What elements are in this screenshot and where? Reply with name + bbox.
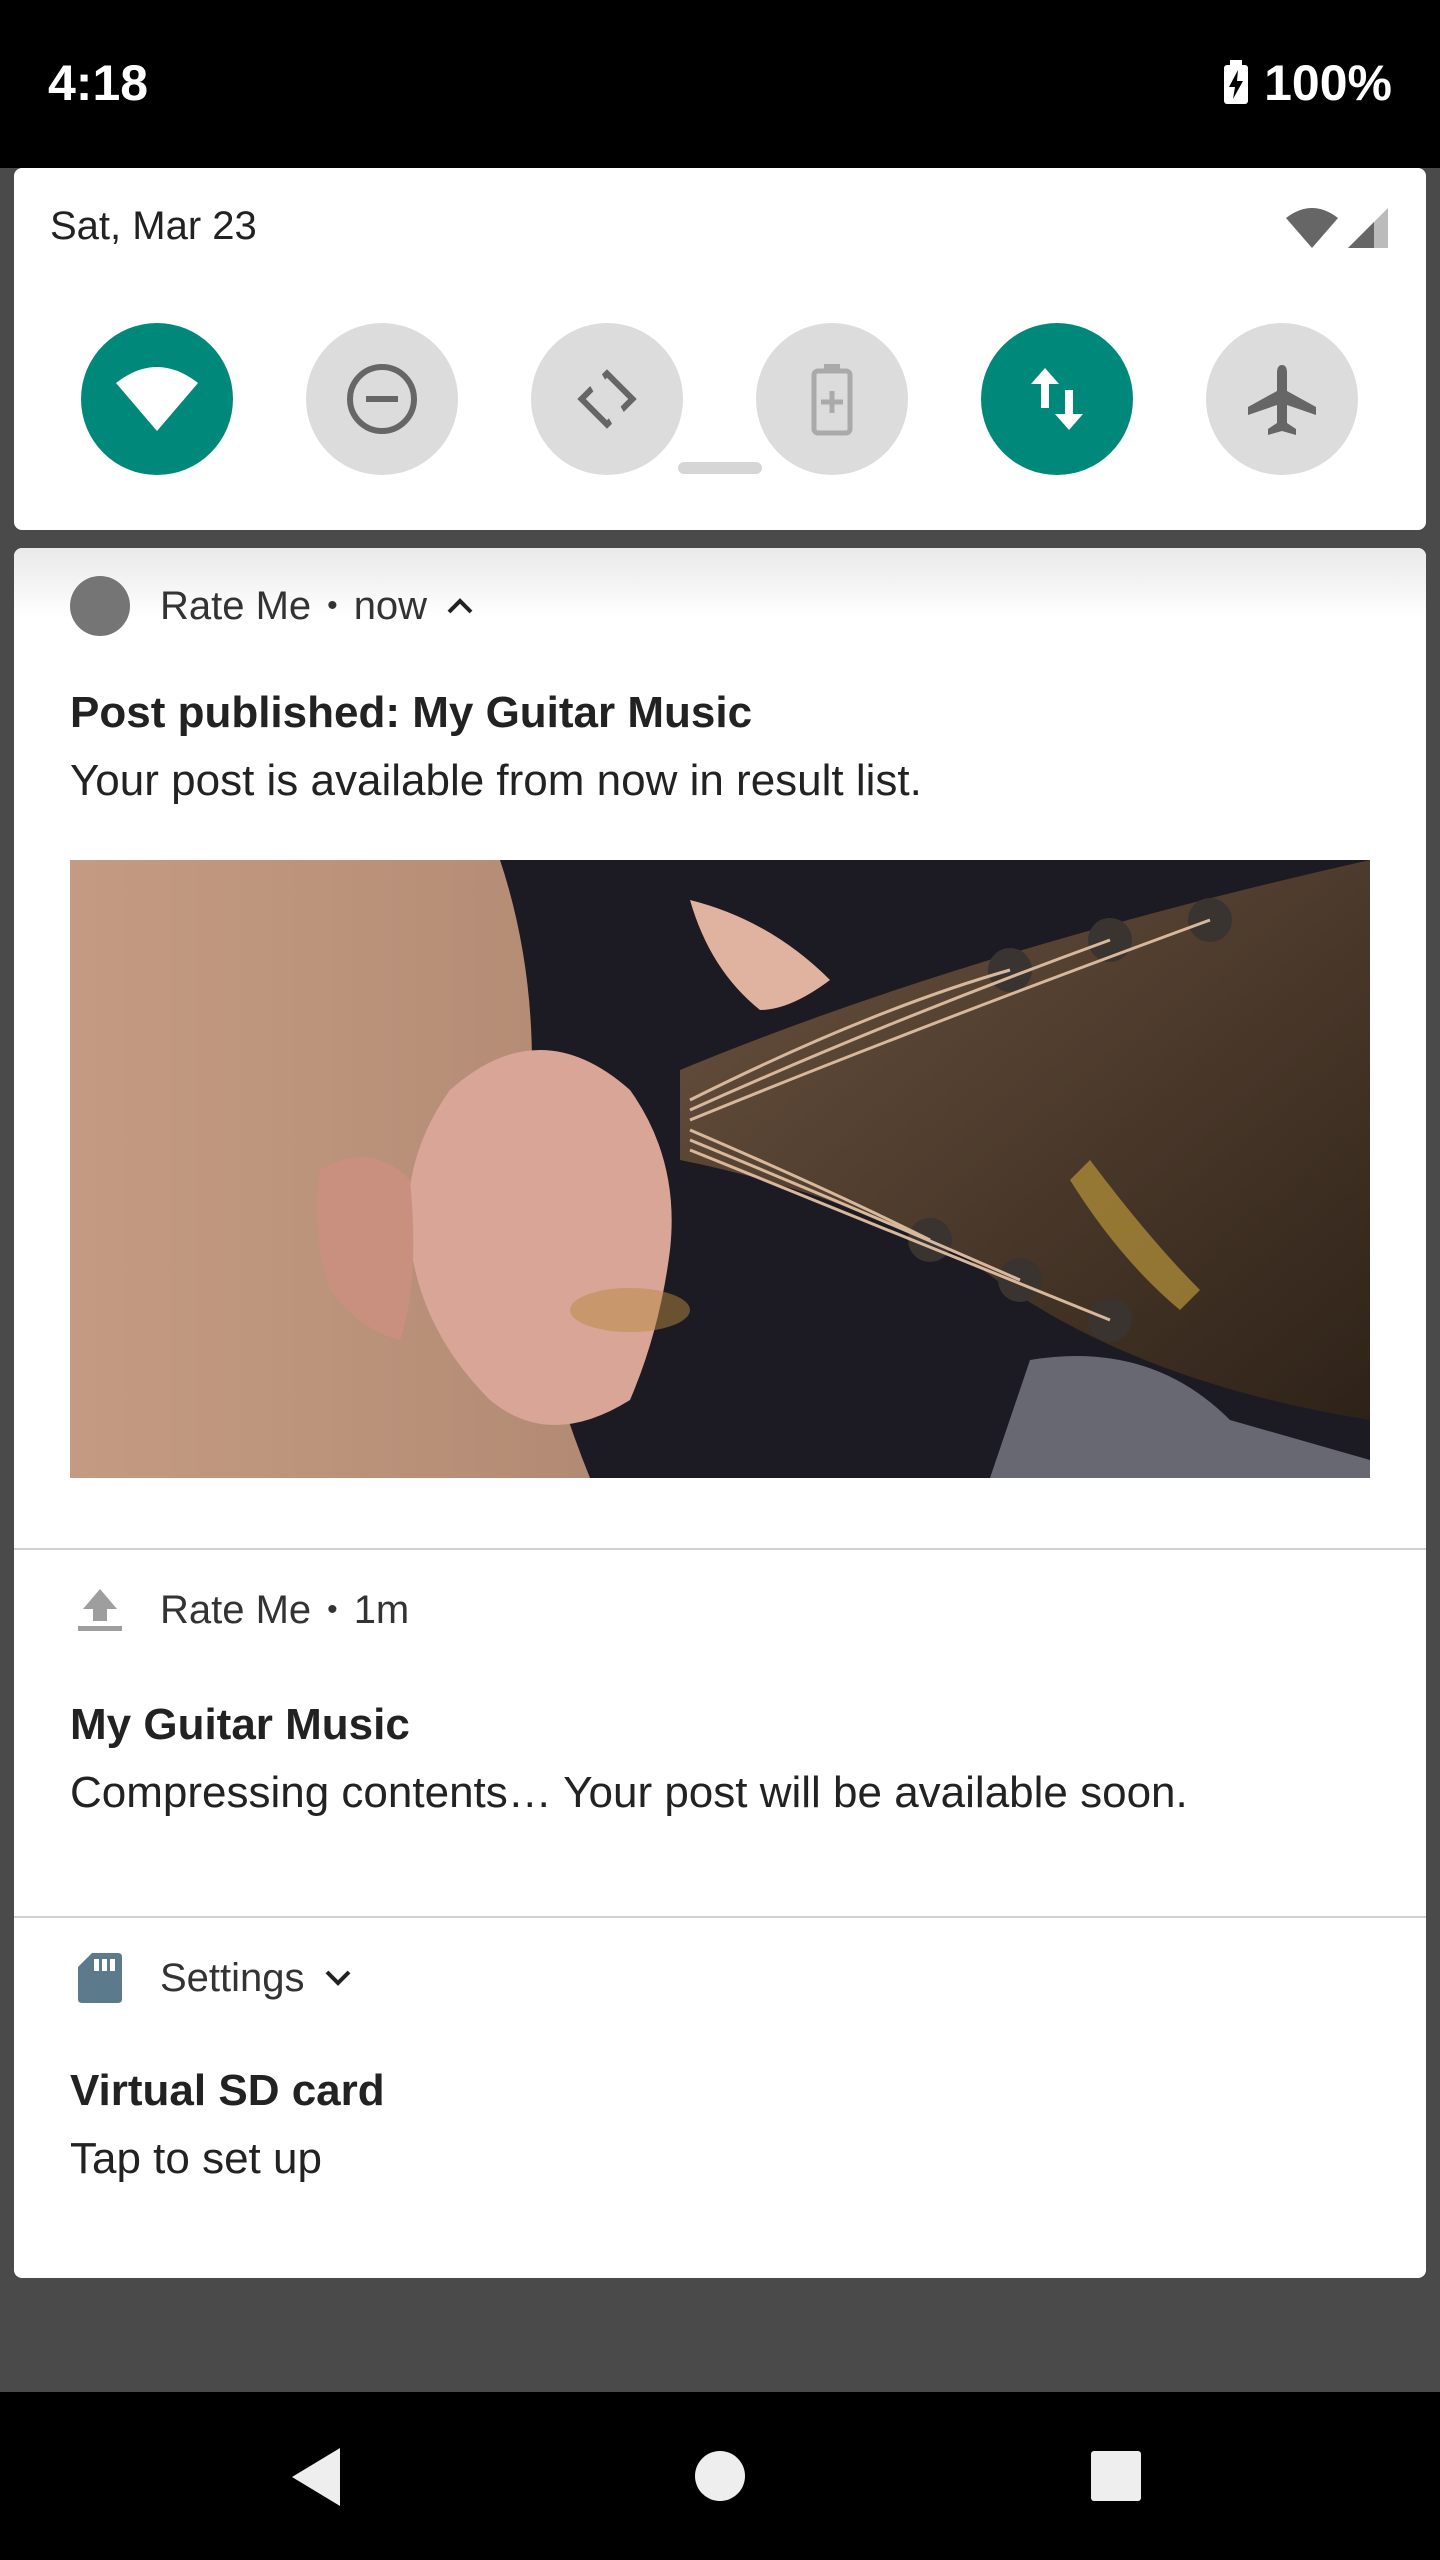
wifi-icon (116, 367, 198, 431)
qs-date: Sat, Mar 23 (50, 204, 257, 248)
auto-rotate-icon (577, 369, 637, 429)
notification-header: Settings (70, 1948, 353, 2008)
notification-text: Tap to set up (70, 2134, 322, 2183)
notification-list: Rate Me • now Post published: My Guitar … (14, 548, 1426, 2278)
notification-title: Virtual SD card (70, 2066, 385, 2115)
upload-icon (70, 1580, 130, 1640)
header-separator: • (327, 1593, 338, 1626)
expand-chevron-down-icon[interactable] (323, 1968, 353, 1988)
qs-signal-indicators (1284, 206, 1390, 250)
notification-app-name: Rate Me (160, 583, 312, 628)
tile-auto-rotate[interactable] (531, 323, 683, 475)
tile-airplane-mode[interactable] (1206, 323, 1358, 475)
notification-text: Compressing contents… Your post will be … (70, 1768, 1188, 1817)
notification-virtual-sd-card[interactable]: Settings Virtual SD card Tap to set up (14, 1918, 1426, 2278)
app-circle-icon (70, 576, 130, 636)
notification-text: Your post is available from now in resul… (70, 756, 922, 805)
recents-icon[interactable] (1090, 2450, 1142, 2502)
quick-settings-panel: Sat, Mar 23 (14, 168, 1426, 530)
battery-saver-icon (811, 364, 853, 436)
notification-time: 1m (353, 1587, 410, 1632)
qs-tiles (14, 323, 1426, 483)
airplane-mode-icon (1248, 365, 1316, 435)
tile-battery-saver[interactable] (756, 323, 908, 475)
back-icon[interactable] (288, 2446, 344, 2508)
tile-wifi[interactable] (81, 323, 233, 475)
header-separator: • (327, 589, 338, 622)
notification-compressing[interactable]: Rate Me • 1m My Guitar Music Compressing… (14, 1550, 1426, 1916)
notification-app-name: Rate Me (160, 1587, 312, 1632)
tile-do-not-disturb[interactable] (306, 323, 458, 475)
mobile-data-icon (1031, 368, 1083, 430)
notification-time: now (353, 583, 428, 628)
wifi-signal-icon (1286, 208, 1338, 248)
do-not-disturb-icon (347, 364, 417, 434)
battery-percent: 100% (1264, 55, 1392, 111)
battery-indicator: 100% (1222, 54, 1392, 112)
notification-app-name: Settings (160, 1955, 305, 2000)
status-time: 4:18 (48, 55, 149, 111)
guitar-photo (70, 860, 1370, 1478)
notification-header: Rate Me • now (70, 576, 475, 636)
battery-charging-icon (1224, 60, 1249, 104)
navigation-bar (0, 2392, 1440, 2560)
expand-chevron-up-icon[interactable] (445, 596, 475, 616)
notification-title: Post published: My Guitar Music (70, 688, 753, 737)
status-bar: 4:18 100% (0, 0, 1440, 168)
home-icon[interactable] (694, 2450, 746, 2502)
qs-page-indicator (678, 462, 762, 474)
tile-mobile-data[interactable] (981, 323, 1133, 475)
notification-title: My Guitar Music (70, 1700, 410, 1749)
notification-header: Rate Me • 1m (70, 1580, 409, 1640)
notification-post-published[interactable]: Rate Me • now Post published: My Guitar … (14, 548, 1426, 1548)
cell-signal-icon (1348, 208, 1388, 248)
sd-card-icon (70, 1948, 130, 2008)
